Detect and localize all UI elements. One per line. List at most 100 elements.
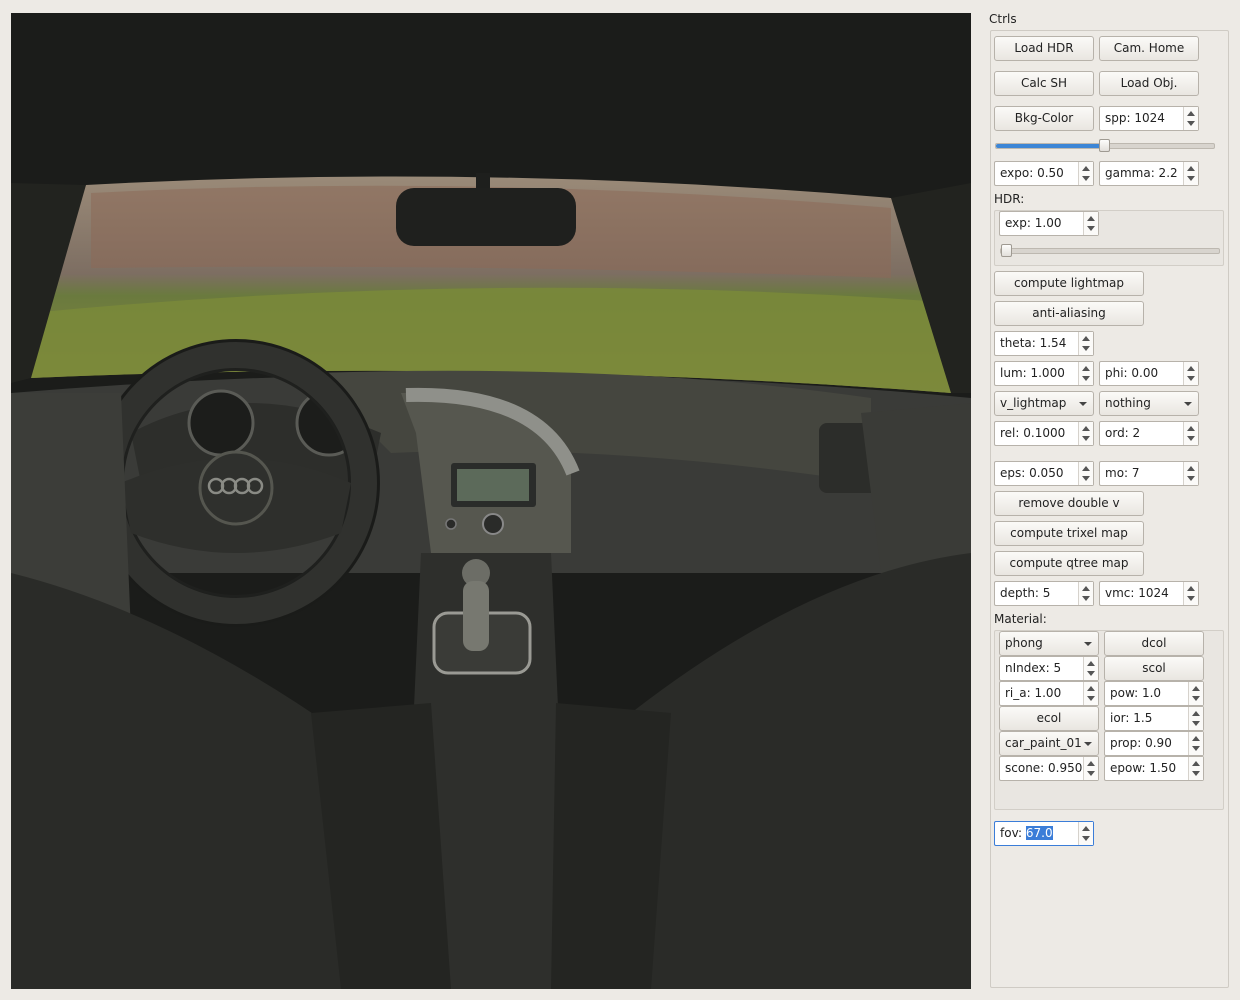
phi-spinbox[interactable]: phi: 0.00	[1099, 361, 1199, 386]
arrow-up-icon[interactable]	[1082, 336, 1090, 341]
hdr-exp-spinbox[interactable]: exp: 1.00	[999, 211, 1099, 236]
dcol-button[interactable]: dcol	[1104, 631, 1204, 656]
scol-button[interactable]: scol	[1104, 656, 1204, 681]
arrow-up-icon[interactable]	[1082, 586, 1090, 591]
arrow-down-icon[interactable]	[1187, 376, 1195, 381]
prop-arrows[interactable]	[1188, 732, 1203, 755]
compute-trixel-map-button[interactable]: compute trixel map	[994, 521, 1144, 546]
eps-arrows[interactable]	[1078, 462, 1093, 485]
prop-spinbox[interactable]: prop: 0.90	[1104, 731, 1204, 756]
theta-arrows[interactable]	[1078, 332, 1093, 355]
second-mode-select[interactable]: nothing	[1099, 391, 1199, 416]
epow-arrows[interactable]	[1188, 757, 1203, 780]
arrow-down-icon[interactable]	[1192, 771, 1200, 776]
arrow-up-icon[interactable]	[1187, 366, 1195, 371]
arrow-up-icon[interactable]	[1082, 426, 1090, 431]
arrow-up-icon[interactable]	[1187, 166, 1195, 171]
compute-lightmap-button[interactable]: compute lightmap	[994, 271, 1144, 296]
nindex-arrows[interactable]	[1083, 657, 1098, 680]
epow-spinbox[interactable]: epow: 1.50	[1104, 756, 1204, 781]
arrow-up-icon[interactable]	[1192, 711, 1200, 716]
arrow-down-icon[interactable]	[1082, 176, 1090, 181]
arrow-down-icon[interactable]	[1082, 376, 1090, 381]
load-obj-button[interactable]: Load Obj.	[1099, 71, 1199, 96]
rel-arrows[interactable]	[1078, 422, 1093, 445]
hdr-slider-track[interactable]	[1000, 248, 1220, 254]
arrow-down-icon[interactable]	[1187, 476, 1195, 481]
scone-arrows[interactable]	[1083, 757, 1098, 780]
arrow-down-icon[interactable]	[1187, 176, 1195, 181]
map-mode-select[interactable]: v_lightmap	[994, 391, 1094, 416]
cam-home-button[interactable]: Cam. Home	[1099, 36, 1199, 61]
arrow-down-icon[interactable]	[1192, 696, 1200, 701]
compute-qtree-map-button[interactable]: compute qtree map	[994, 551, 1144, 576]
arrow-up-icon[interactable]	[1087, 686, 1095, 691]
arrow-down-icon[interactable]	[1082, 596, 1090, 601]
fov-selected-value[interactable]: 67.0	[1025, 826, 1053, 840]
arrow-down-icon[interactable]	[1082, 836, 1090, 841]
vmc-spinbox[interactable]: vmc: 1024	[1099, 581, 1199, 606]
arrow-down-icon[interactable]	[1087, 771, 1095, 776]
gamma-spinbox[interactable]: gamma: 2.2	[1099, 161, 1199, 186]
arrow-up-icon[interactable]	[1087, 661, 1095, 666]
scone-spinbox[interactable]: scone: 0.950	[999, 756, 1099, 781]
lum-spinbox[interactable]: lum: 1.000	[994, 361, 1094, 386]
ord-arrows[interactable]	[1183, 422, 1198, 445]
ri-a-spinbox[interactable]: ri_a: 1.00	[999, 681, 1099, 706]
depth-arrows[interactable]	[1078, 582, 1093, 605]
eps-spinbox[interactable]: eps: 0.050	[994, 461, 1094, 486]
rel-spinbox[interactable]: rel: 0.1000	[994, 421, 1094, 446]
arrow-down-icon[interactable]	[1087, 671, 1095, 676]
ior-arrows[interactable]	[1188, 707, 1203, 730]
arrow-up-icon[interactable]	[1187, 426, 1195, 431]
spp-spinbox[interactable]: spp: 1024	[1099, 106, 1199, 131]
arrow-down-icon[interactable]	[1192, 746, 1200, 751]
arrow-up-icon[interactable]	[1082, 366, 1090, 371]
ior-spinbox[interactable]: ior: 1.5	[1104, 706, 1204, 731]
shader-select[interactable]: phong	[999, 631, 1099, 656]
anti-aliasing-button[interactable]: anti-aliasing	[994, 301, 1144, 326]
ri-a-arrows[interactable]	[1083, 682, 1098, 705]
arrow-down-icon[interactable]	[1187, 436, 1195, 441]
arrow-up-icon[interactable]	[1087, 216, 1095, 221]
arrow-up-icon[interactable]	[1187, 586, 1195, 591]
arrow-down-icon[interactable]	[1087, 226, 1095, 231]
render-viewport[interactable]	[11, 13, 971, 989]
pow-arrows[interactable]	[1188, 682, 1203, 705]
mo-spinbox[interactable]: mo: 7	[1099, 461, 1199, 486]
arrow-down-icon[interactable]	[1192, 721, 1200, 726]
ord-spinbox[interactable]: ord: 2	[1099, 421, 1199, 446]
fov-spinbox[interactable]: fov: 67.0	[994, 821, 1094, 846]
arrow-up-icon[interactable]	[1082, 466, 1090, 471]
bkg-color-button[interactable]: Bkg-Color	[994, 106, 1094, 131]
theta-spinbox[interactable]: theta: 1.54	[994, 331, 1094, 356]
arrow-down-icon[interactable]	[1187, 596, 1195, 601]
fov-arrows[interactable]	[1078, 822, 1093, 845]
nindex-spinbox[interactable]: nIndex: 5	[999, 656, 1099, 681]
phi-arrows[interactable]	[1183, 362, 1198, 385]
load-hdr-button[interactable]: Load HDR	[994, 36, 1094, 61]
depth-spinbox[interactable]: depth: 5	[994, 581, 1094, 606]
arrow-up-icon[interactable]	[1192, 761, 1200, 766]
hdr-exp-arrows[interactable]	[1083, 212, 1098, 235]
arrow-up-icon[interactable]	[1187, 466, 1195, 471]
pow-spinbox[interactable]: pow: 1.0	[1104, 681, 1204, 706]
arrow-up-icon[interactable]	[1192, 736, 1200, 741]
lum-arrows[interactable]	[1078, 362, 1093, 385]
arrow-down-icon[interactable]	[1082, 436, 1090, 441]
spp-slider-handle[interactable]	[1099, 139, 1110, 152]
remove-double-v-button[interactable]: remove double v	[994, 491, 1144, 516]
arrow-up-icon[interactable]	[1082, 166, 1090, 171]
spp-arrows[interactable]	[1183, 107, 1198, 130]
hdr-slider-handle[interactable]	[1001, 244, 1012, 257]
arrow-up-icon[interactable]	[1192, 686, 1200, 691]
arrow-down-icon[interactable]	[1187, 121, 1195, 126]
expo-arrows[interactable]	[1078, 162, 1093, 185]
arrow-down-icon[interactable]	[1082, 346, 1090, 351]
fov-field[interactable]: fov: 67.0	[1000, 822, 1053, 845]
material-name-select[interactable]: car_paint_01	[999, 731, 1099, 756]
calc-sh-button[interactable]: Calc SH	[994, 71, 1094, 96]
arrow-down-icon[interactable]	[1087, 696, 1095, 701]
arrow-up-icon[interactable]	[1187, 111, 1195, 116]
expo-spinbox[interactable]: expo: 0.50	[994, 161, 1094, 186]
